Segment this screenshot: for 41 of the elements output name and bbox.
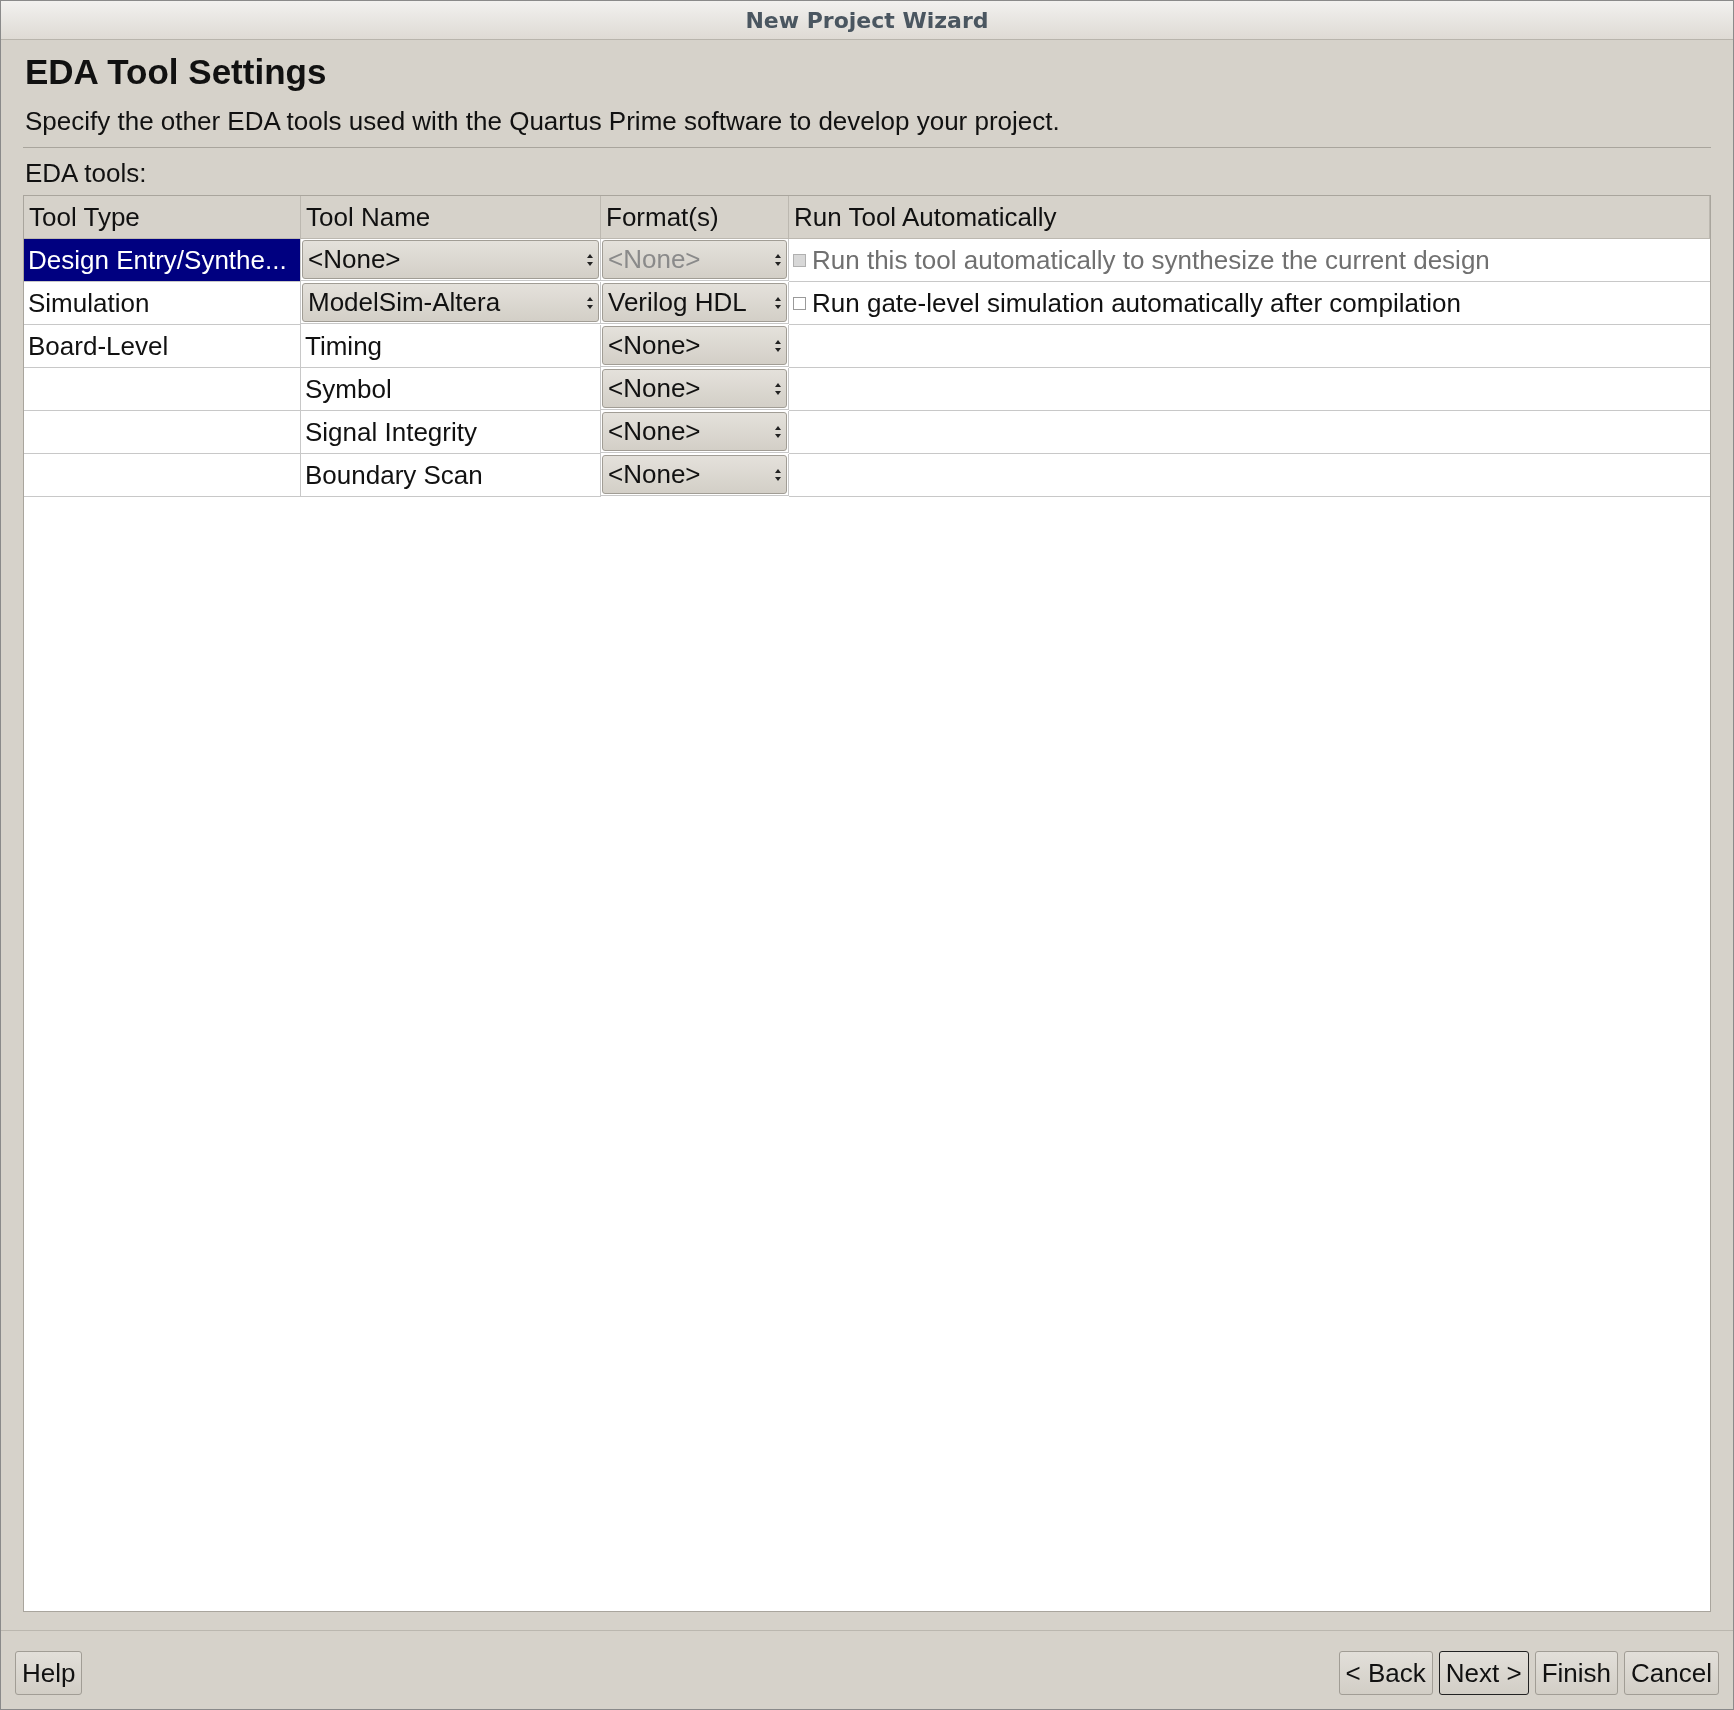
help-button[interactable]: Help (15, 1651, 83, 1695)
format-dropdown[interactable]: <None> (602, 412, 787, 451)
checkbox-label: Run this tool automatically to synthesize the current design (812, 244, 1490, 276)
format-dropdown[interactable]: <None> (602, 326, 787, 365)
spinner-arrows-icon (586, 252, 594, 267)
spinner-arrows-icon (774, 295, 782, 310)
column-header[interactable]: Tool Name (301, 196, 601, 239)
tool-type-cell[interactable]: Board-Level (24, 325, 301, 368)
tool-name-dropdown[interactable]: <None> (302, 240, 599, 279)
format-dropdown[interactable]: Verilog HDL (602, 283, 787, 322)
format-dropdown[interactable]: <None> (602, 455, 787, 494)
wizard-button[interactable]: Next > (1438, 1651, 1529, 1695)
tool-type-cell[interactable] (24, 454, 301, 497)
page-description: Specify the other EDA tools used with the Quartus Prime software to develop your project. (23, 106, 1711, 148)
wizard-button[interactable]: < Back (1338, 1651, 1433, 1695)
format-dropdown[interactable]: <None> (602, 369, 787, 408)
wizard-button[interactable]: Finish (1534, 1651, 1619, 1695)
window-title: New Project Wizard (745, 7, 989, 33)
tool-name-cell: Timing (301, 325, 601, 368)
table-label: EDA tools: (25, 158, 148, 189)
column-header[interactable]: Tool Type (24, 196, 301, 239)
checkbox-label: Run gate-level simulation automatically after compilation (812, 287, 1461, 319)
tool-name-dropdown[interactable]: ModelSim-Altera (302, 283, 599, 322)
spinner-arrows-icon (774, 381, 782, 396)
page-heading: EDA Tool Settings (25, 52, 328, 92)
tool-type-cell[interactable]: Design Entry/Synthe... (24, 239, 301, 282)
spinner-arrows-icon (774, 252, 782, 267)
tool-name-cell: Symbol (301, 368, 601, 411)
spinner-arrows-icon (774, 424, 782, 439)
tool-type-cell[interactable]: Simulation (24, 282, 301, 325)
tool-type-cell[interactable] (24, 411, 301, 454)
spinner-arrows-icon (586, 295, 594, 310)
tool-type-cell[interactable] (24, 368, 301, 411)
tool-name-cell: Signal Integrity (301, 411, 601, 454)
wizard-button[interactable]: Cancel (1624, 1651, 1719, 1695)
tool-name-cell: Boundary Scan (301, 454, 601, 497)
column-header[interactable]: Run Tool Automatically (789, 196, 1710, 239)
column-header[interactable]: Format(s) (601, 196, 789, 239)
spinner-arrows-icon (774, 338, 782, 353)
checkbox[interactable] (793, 296, 806, 310)
spinner-arrows-icon (774, 467, 782, 482)
